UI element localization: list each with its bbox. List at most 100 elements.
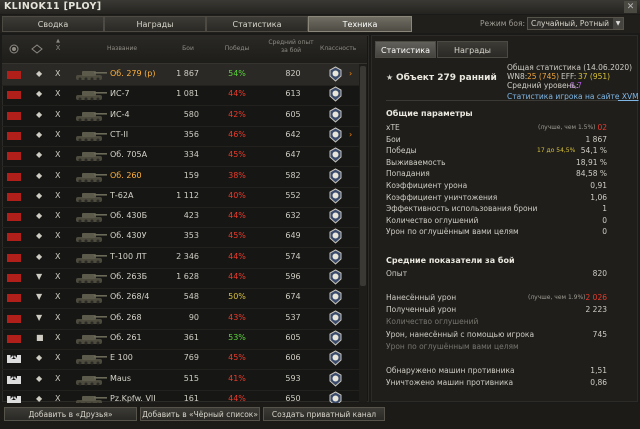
vehicle-class-icon: ◆ [36,69,43,78]
mastery-badge-icon [328,249,343,265]
tank-icon [74,351,108,366]
nation-flag-icon [7,131,21,140]
table-row[interactable]: ▼ X Об. 268/4 548 50% 674 [2,287,359,310]
tier-sort-icon[interactable]: ▲ Х [52,38,64,58]
table-row[interactable]: ◆ X Об. 279 (р) 1 867 54% 820 › [2,64,359,86]
tab-vehicle-stats[interactable]: Статистика [375,41,436,58]
table-row[interactable]: ◆ X ИС-4 580 42% 605 [2,105,359,127]
table-row[interactable]: ■ X Об. 261 361 53% 605 [2,328,359,350]
add-friend-button[interactable]: Добавить в «Друзья» [4,407,137,421]
private-channel-button[interactable]: Создать приватный канал [263,407,385,421]
tank-name: E 100 [110,353,133,363]
column-name[interactable]: Название [102,45,142,52]
nation-flag-icon [7,213,21,222]
table-row[interactable]: ◆ X Об. 430Б 423 44% 632 [2,206,359,229]
tank-icon [74,229,108,244]
vehicle-class-icon: ◆ [36,150,43,160]
tank-icon [74,128,108,143]
avg-exp: 593 [285,373,301,383]
vehicle-class-icon: ▼ [36,272,43,281]
tab-statistics[interactable]: Статистика [206,16,308,32]
win-rate: 54% [228,69,246,78]
tab-awards[interactable]: Награды [104,16,206,32]
stat-label: Полученный урон [386,305,457,315]
vehicle-class-icon: ▼ [36,312,43,322]
battles-count: 1 867 [176,69,199,78]
table-row[interactable]: ◆ X E 100 769 45% 606 [2,348,359,371]
tank-name: Об. 430Б [110,211,148,221]
win-rate: 44% [228,211,246,221]
tab-summary[interactable]: Сводка [2,16,104,32]
stat-label: Эффективность использования брони [386,204,538,214]
stat-hint: 17 до 54,5% [537,147,576,155]
vehicle-class-icon: ◆ [36,251,43,261]
nation-flag-icon [7,253,21,262]
stat-value: 0 [602,215,607,225]
tank-icon [74,372,108,387]
nation-flag-icon [7,314,21,323]
add-blacklist-button[interactable]: Добавить в «Чёрный список» [140,407,260,421]
tank-icon [74,87,108,102]
nation-flag-icon [7,352,21,364]
type-sort-icon[interactable] [31,44,43,54]
table-row[interactable]: ◆ X Об. 705А 334 45% 647 [2,145,359,168]
column-avg-exp[interactable]: Средний опыт за бой [266,39,316,55]
table-row[interactable]: ◆ X Maus 515 41% 593 [2,369,359,391]
avg-exp: 574 [285,251,301,261]
avg-exp: 596 [285,272,301,281]
tab-vehicle-awards[interactable]: Награды [437,41,508,58]
scrollbar-thumb[interactable] [360,66,366,286]
stat-label: xTE [386,123,400,132]
tank-name: Об. 268/4 [110,292,150,302]
battles-count: 548 [183,292,199,302]
battle-mode-select[interactable]: Случайный, Ротный [527,17,624,30]
tank-icon [74,331,108,346]
mastery-badge-icon [328,289,343,305]
nation-flag-icon [7,91,21,100]
mastery-badge-icon [328,167,343,184]
table-row[interactable]: ◆ X Т-100 ЛТ 2 346 44% 574 [2,247,359,269]
table-row[interactable]: ◆ X Об. 260 159 38% 582 [2,166,359,188]
win-rate: 45% [228,150,246,160]
mastery-badge-icon [328,310,343,326]
tier-label: X [55,353,61,363]
selected-tank-name: Объект 279 ранний [396,73,497,83]
table-row[interactable]: ▼ X Об. 268 90 43% 537 [2,308,359,330]
win-rate: 45% [228,353,246,363]
close-icon[interactable]: ✕ [624,1,637,13]
tab-vehicles[interactable]: Техника [308,16,412,32]
column-battles[interactable]: Бои [174,45,202,52]
battles-count: 515 [183,373,199,383]
stat-value: 0 [602,227,607,237]
stat-label: Коэффициент урона [386,181,468,190]
table-row[interactable]: ◆ X Т-62А 1 112 40% 552 [2,186,359,208]
tier-label: X [55,272,61,281]
column-mastery[interactable]: Классность [320,45,356,52]
table-row[interactable]: ◆ X Об. 430У 353 45% 649 [2,226,359,249]
avg-level-value: 8,7 [570,81,582,90]
mastery-badge-icon [328,350,343,366]
mastery-badge-icon [328,66,343,82]
tier-label: X [55,150,61,160]
chevron-down-icon[interactable]: ▼ [613,18,623,29]
vehicle-class-icon: ◆ [36,190,43,200]
win-rate: 44% [228,89,246,99]
vehicle-class-icon: ◆ [36,89,43,99]
tier-label: X [55,109,61,119]
nation-sort-icon[interactable] [8,44,20,54]
tank-icon [74,189,108,204]
table-row[interactable]: ▼ X Об. 263Б 1 628 44% 596 [2,267,359,289]
avg-exp: 605 [285,109,301,119]
table-row[interactable]: ◆ X ИС-7 1 081 44% 613 [2,84,359,107]
nation-flag-icon [7,373,21,384]
table-row[interactable]: ◆ X СТ-II 356 46% 642 › [2,125,359,147]
wn8-label: WN8: [507,72,528,81]
battles-count: 356 [183,129,199,139]
tier-label: X [55,190,61,200]
mastery-badge-icon [328,86,343,102]
stat-value: 1 867 [585,134,607,144]
column-wins[interactable]: Победы [219,45,255,52]
win-rate: 53% [228,332,246,342]
chevron-right-icon[interactable]: › [349,130,352,139]
chevron-right-icon[interactable]: › [349,69,352,78]
